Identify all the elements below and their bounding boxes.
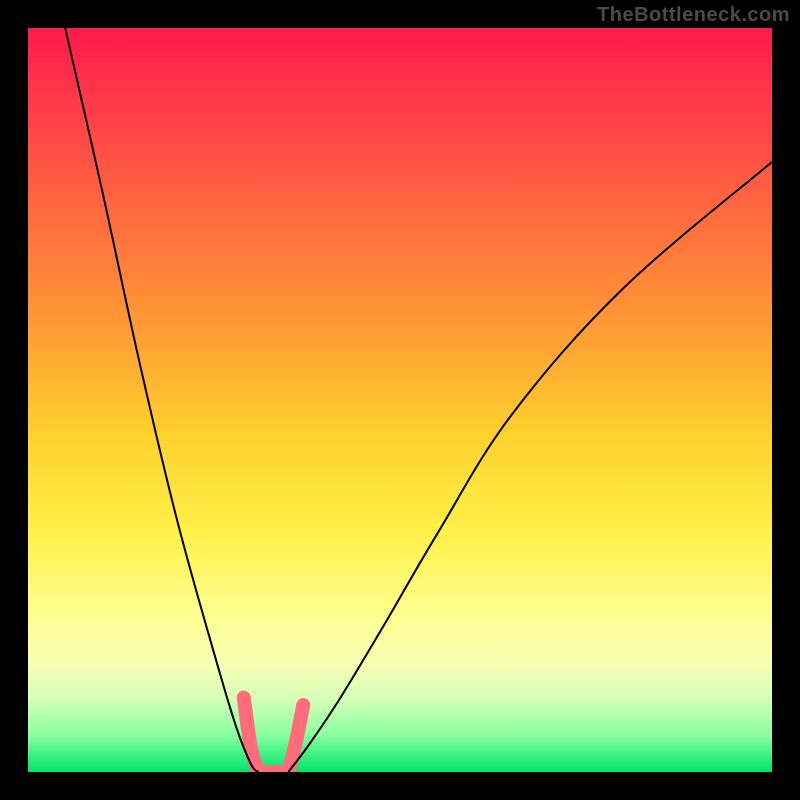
- watermark-text: TheBottleneck.com: [597, 4, 790, 27]
- outer-frame: TheBottleneck.com: [0, 0, 800, 800]
- left-curve: [65, 28, 258, 772]
- plot-area: [28, 28, 772, 772]
- pink-segment-left: [244, 698, 259, 772]
- pink-highlight-group: [244, 698, 304, 772]
- curve-group: [65, 28, 772, 772]
- right-curve: [288, 162, 772, 772]
- chart-svg: [28, 28, 772, 772]
